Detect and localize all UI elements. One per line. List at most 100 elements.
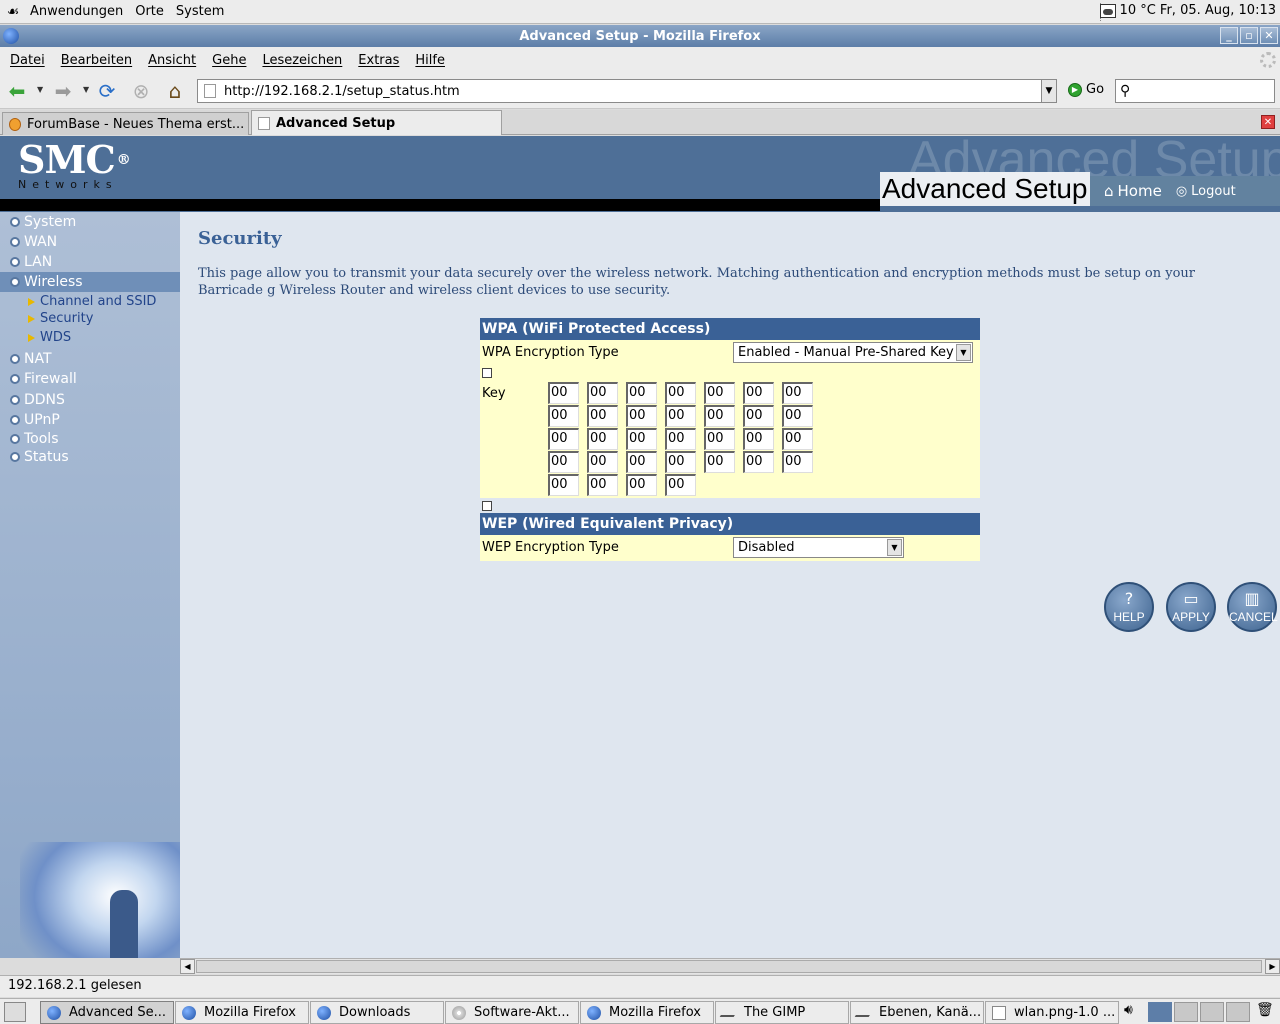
show-desktop-icon[interactable]: [4, 1002, 26, 1022]
task-ebenen[interactable]: Ebenen, Kanä...: [850, 1001, 984, 1024]
key-byte-input[interactable]: 00: [548, 451, 579, 473]
key-byte-input[interactable]: 00: [626, 382, 657, 404]
workspace-4[interactable]: [1226, 1002, 1250, 1022]
key-byte-input[interactable]: 00: [548, 405, 579, 427]
key-byte-input[interactable]: 00: [548, 474, 579, 496]
key-byte-input[interactable]: 00: [782, 428, 813, 450]
home-icon[interactable]: ⌂: [162, 78, 188, 104]
task-software-akt[interactable]: Software-Akt...: [445, 1001, 579, 1024]
forward-history-dropdown[interactable]: ▼: [83, 85, 89, 94]
url-bar[interactable]: http://192.168.2.1/setup_status.htm: [197, 79, 1057, 103]
reload-icon[interactable]: ⟳: [94, 78, 120, 104]
tab-forumbase[interactable]: ForumBase - Neues Thema erst...: [2, 112, 249, 135]
scroll-thumb[interactable]: [196, 960, 1262, 973]
key-byte-input[interactable]: 00: [587, 474, 618, 496]
menu-bearbeiten[interactable]: Bearbeiten: [53, 53, 140, 68]
window-titlebar[interactable]: Advanced Setup - Mozilla Firefox _ ▫ ✕: [0, 25, 1280, 47]
minimize-button[interactable]: _: [1220, 27, 1238, 44]
key-byte-input[interactable]: 00: [548, 382, 579, 404]
key-byte-input[interactable]: 00: [704, 382, 735, 404]
url-history-dropdown[interactable]: ▼: [1041, 79, 1057, 103]
key-byte-input[interactable]: 00: [782, 382, 813, 404]
key-byte-input[interactable]: 00: [704, 405, 735, 427]
menu-hilfe[interactable]: Hilfe: [407, 53, 453, 68]
key-byte-input[interactable]: 00: [743, 405, 774, 427]
sidebar-item-system[interactable]: System: [10, 213, 76, 231]
panel-menu-system[interactable]: System: [170, 4, 230, 19]
go-button[interactable]: ▶ Go: [1068, 82, 1104, 97]
search-input[interactable]: ⚲: [1115, 79, 1275, 103]
wep-checkbox[interactable]: [482, 501, 492, 511]
wpa-checkbox[interactable]: [482, 368, 492, 378]
workspace-1[interactable]: [1148, 1002, 1172, 1022]
task-mozilla-firefox-1[interactable]: Mozilla Firefox: [175, 1001, 309, 1024]
stop-icon[interactable]: ⊗: [128, 78, 154, 104]
maximize-button[interactable]: ▫: [1240, 27, 1258, 44]
scroll-left-icon[interactable]: ◀: [180, 959, 195, 974]
key-byte-input[interactable]: 00: [626, 428, 657, 450]
key-byte-input[interactable]: 00: [665, 428, 696, 450]
gnome-foot-icon[interactable]: ☙: [2, 4, 24, 20]
sidebar-item-wan[interactable]: WAN: [10, 233, 57, 251]
horizontal-scrollbar[interactable]: ◀ ▶: [180, 958, 1280, 974]
menu-lesezeichen[interactable]: Lesezeichen: [254, 53, 350, 68]
panel-menu-applications[interactable]: Anwendungen: [24, 4, 129, 19]
task-mozilla-firefox-2[interactable]: Mozilla Firefox: [580, 1001, 714, 1024]
logout-link[interactable]: ◎ Logout: [1176, 184, 1236, 199]
task-downloads[interactable]: Downloads: [310, 1001, 444, 1024]
key-byte-input[interactable]: 00: [743, 451, 774, 473]
volume-icon[interactable]: 🔊︎: [1124, 1002, 1144, 1022]
close-tab-icon[interactable]: ✕: [1261, 115, 1275, 129]
workspace-2[interactable]: [1174, 1002, 1198, 1022]
key-byte-input[interactable]: 00: [587, 451, 618, 473]
key-byte-input[interactable]: 00: [626, 474, 657, 496]
key-byte-input[interactable]: 00: [743, 382, 774, 404]
menu-datei[interactable]: Datei: [2, 53, 53, 68]
wpa-encryption-select[interactable]: Enabled - Manual Pre-Shared Key ▼: [733, 342, 973, 363]
trash-icon[interactable]: 🗑︎: [1256, 1002, 1276, 1022]
key-byte-input[interactable]: 00: [704, 451, 735, 473]
sidebar-item-status[interactable]: Status: [10, 448, 69, 466]
key-byte-input[interactable]: 00: [743, 428, 774, 450]
key-byte-input[interactable]: 00: [587, 405, 618, 427]
key-byte-input[interactable]: 00: [704, 428, 735, 450]
task-wlan-png[interactable]: wlan.png-1.0 ...: [985, 1001, 1119, 1024]
menu-gehe[interactable]: Gehe: [204, 53, 254, 68]
key-byte-input[interactable]: 00: [665, 382, 696, 404]
sidebar-item-firewall[interactable]: Firewall: [10, 370, 77, 388]
key-byte-input[interactable]: 00: [665, 474, 696, 496]
scroll-right-icon[interactable]: ▶: [1265, 959, 1280, 974]
back-arrow-icon[interactable]: ⬅: [4, 78, 30, 104]
task-the-gimp[interactable]: The GIMP: [715, 1001, 849, 1024]
apply-button[interactable]: ▭ APPLY: [1166, 582, 1216, 632]
key-byte-input[interactable]: 00: [548, 428, 579, 450]
sidebar-subitem-wds[interactable]: WDS: [28, 329, 71, 346]
key-byte-input[interactable]: 00: [626, 451, 657, 473]
home-link[interactable]: ⌂ Home: [1104, 182, 1162, 200]
key-byte-input[interactable]: 00: [626, 405, 657, 427]
sidebar-item-wireless[interactable]: Wireless: [0, 272, 180, 292]
menu-ansicht[interactable]: Ansicht: [140, 53, 204, 68]
key-byte-input[interactable]: 00: [782, 405, 813, 427]
wep-encryption-select[interactable]: Disabled ▼: [733, 537, 904, 558]
forward-arrow-icon[interactable]: ➡: [50, 78, 76, 104]
sidebar-item-tools[interactable]: Tools: [10, 430, 59, 448]
key-byte-input[interactable]: 00: [665, 451, 696, 473]
sidebar-subitem-channel-ssid[interactable]: Channel and SSID: [28, 293, 156, 310]
sidebar-item-ddns[interactable]: DDNS: [10, 391, 65, 409]
cancel-button[interactable]: ▥ CANCEL: [1227, 582, 1278, 632]
workspace-3[interactable]: [1200, 1002, 1224, 1022]
close-button[interactable]: ✕: [1260, 27, 1278, 44]
back-history-dropdown[interactable]: ▼: [37, 85, 43, 94]
key-byte-input[interactable]: 00: [665, 405, 696, 427]
tab-advanced-setup[interactable]: Advanced Setup: [251, 110, 502, 135]
key-byte-input[interactable]: 00: [587, 428, 618, 450]
sidebar-item-nat[interactable]: NAT: [10, 350, 52, 368]
firefox-icon[interactable]: [3, 28, 19, 44]
menu-extras[interactable]: Extras: [350, 53, 407, 68]
sidebar-item-lan[interactable]: LAN: [10, 253, 52, 271]
panel-menu-places[interactable]: Orte: [129, 4, 170, 19]
key-byte-input[interactable]: 00: [782, 451, 813, 473]
task-advanced-setup[interactable]: Advanced Se...: [40, 1001, 174, 1024]
sidebar-subitem-security[interactable]: Security: [28, 310, 93, 327]
